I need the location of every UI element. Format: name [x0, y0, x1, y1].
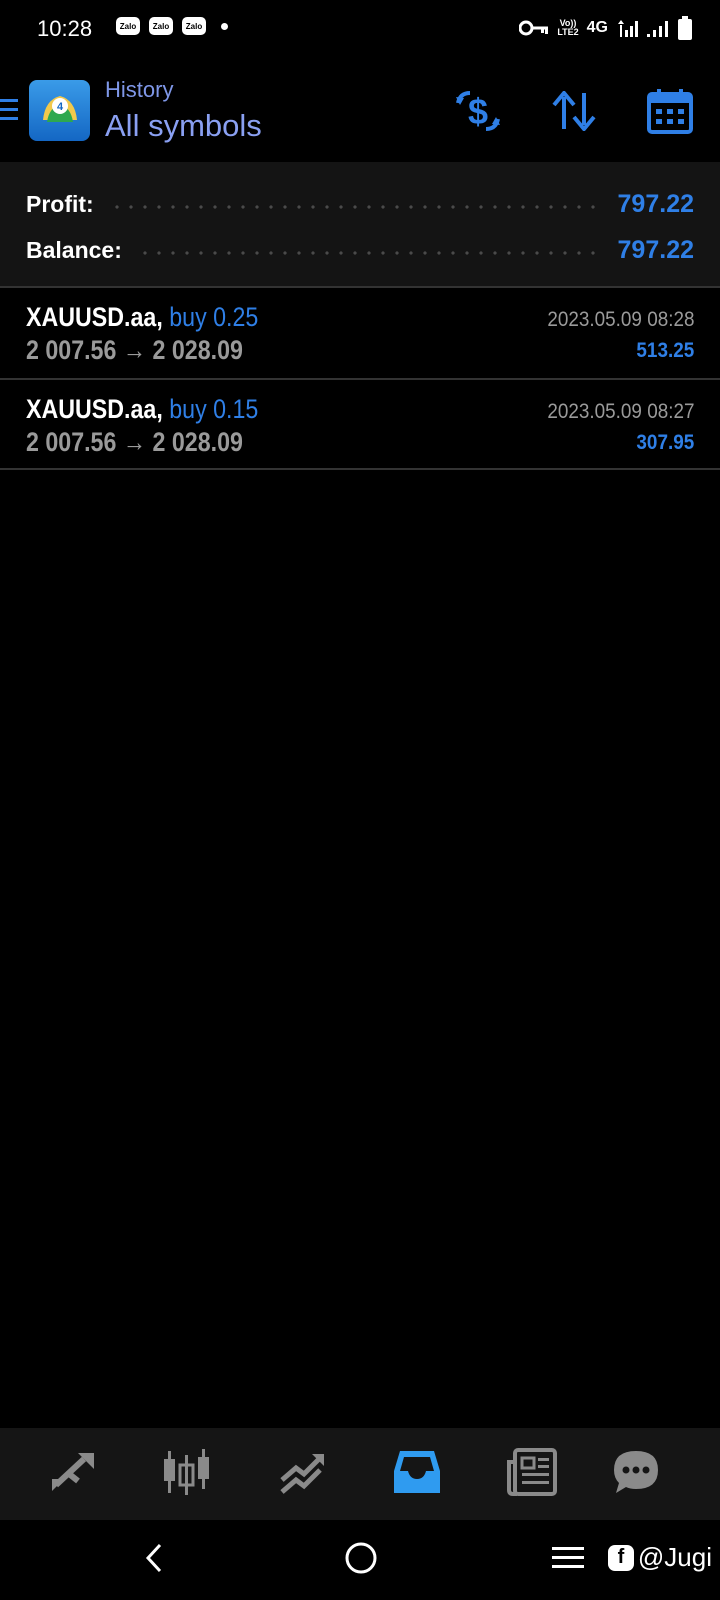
deal-row[interactable]: XAUUSD.aa, buy 0.25 2 007.56 → 2 028.09 …	[0, 288, 720, 378]
account-summary: Profit: 797.22 Balance: 797.22	[0, 162, 720, 286]
calendar-icon	[647, 88, 693, 139]
currency-exchange-button[interactable]: $	[451, 86, 505, 140]
more-notifications-dot	[221, 22, 228, 30]
currency-exchange-icon: $	[454, 89, 502, 138]
svg-text:4: 4	[56, 101, 63, 113]
dotted-leader	[109, 205, 602, 209]
divider	[0, 468, 720, 470]
deal-profit: 307.95	[636, 431, 694, 454]
chart-icon	[162, 1447, 212, 1502]
status-bar: 10:28 Zalo Zalo Zalo Vo)) LTE2 4G	[0, 0, 720, 62]
watermark: f @Jugi	[607, 1542, 712, 1573]
app-header: 4 History All symbols $	[0, 62, 720, 162]
recents-icon	[551, 1544, 585, 1577]
trade-icon	[278, 1450, 326, 1499]
status-indicators: Vo)) LTE2 4G	[519, 16, 692, 40]
deal-prices: 2 007.56 → 2 028.09	[26, 427, 243, 457]
news-icon	[507, 1447, 557, 1501]
deal-symbol: XAUUSD.aa, buy 0.15	[26, 394, 259, 424]
recents-button[interactable]	[546, 1538, 590, 1582]
quotes-icon	[48, 1451, 96, 1498]
key-icon	[519, 20, 549, 36]
sort-icon	[552, 89, 596, 136]
profit-value: 797.22	[617, 189, 694, 218]
balance-label: Balance:	[26, 236, 122, 263]
chat-icon	[611, 1448, 661, 1501]
volte-indicator: Vo)) LTE2	[557, 18, 579, 37]
signal-icon	[616, 18, 638, 38]
history-icon	[392, 1449, 442, 1500]
zalo-notification-icon: Zalo	[149, 17, 173, 35]
notification-icons: Zalo Zalo Zalo	[116, 17, 228, 35]
bottom-navigation	[0, 1428, 720, 1520]
menu-icon[interactable]	[0, 97, 20, 128]
deal-symbol: XAUUSD.aa, buy 0.25	[26, 302, 259, 332]
svg-text:$: $	[468, 91, 488, 132]
back-icon	[142, 1542, 166, 1579]
metatrader-logo[interactable]: 4	[29, 80, 90, 141]
back-button[interactable]	[132, 1538, 176, 1582]
deal-side: buy 0.25	[169, 302, 259, 332]
profit-row: Profit: 797.22	[26, 184, 694, 224]
nav-chat[interactable]	[606, 1446, 666, 1502]
deal-side: buy 0.15	[169, 394, 259, 424]
system-navigation-bar: f @Jugi	[0, 1520, 720, 1600]
network-type: 4G	[586, 19, 608, 36]
nav-trade[interactable]	[272, 1446, 332, 1502]
profit-label: Profit:	[26, 190, 94, 217]
calendar-button[interactable]	[643, 86, 697, 140]
home-icon	[344, 1541, 378, 1580]
home-button[interactable]	[339, 1538, 383, 1582]
status-time: 10:28	[37, 16, 93, 41]
nav-history[interactable]	[387, 1446, 447, 1502]
nav-chart[interactable]	[157, 1446, 217, 1502]
balance-row: Balance: 797.22	[26, 230, 694, 270]
nav-news[interactable]	[502, 1446, 562, 1502]
deal-row[interactable]: XAUUSD.aa, buy 0.15 2 007.56 → 2 028.09 …	[0, 380, 720, 470]
deal-prices: 2 007.56 → 2 028.09	[26, 335, 243, 365]
facebook-icon: f	[607, 1544, 634, 1571]
balance-value: 797.22	[617, 235, 694, 264]
sort-button[interactable]	[547, 86, 601, 140]
watermark-text: @Jugi	[637, 1542, 712, 1572]
page-subtitle: History	[105, 77, 174, 102]
dotted-leader	[137, 251, 602, 255]
deal-time: 2023.05.09 08:28	[546, 308, 694, 331]
signal-icon	[646, 18, 670, 38]
nav-quotes[interactable]	[42, 1446, 102, 1502]
page-title[interactable]: All symbols	[105, 108, 262, 144]
zalo-notification-icon: Zalo	[116, 17, 140, 35]
deal-time: 2023.05.09 08:27	[546, 400, 694, 423]
battery-icon	[678, 16, 692, 40]
zalo-notification-icon: Zalo	[182, 17, 206, 35]
deal-profit: 513.25	[636, 339, 694, 362]
